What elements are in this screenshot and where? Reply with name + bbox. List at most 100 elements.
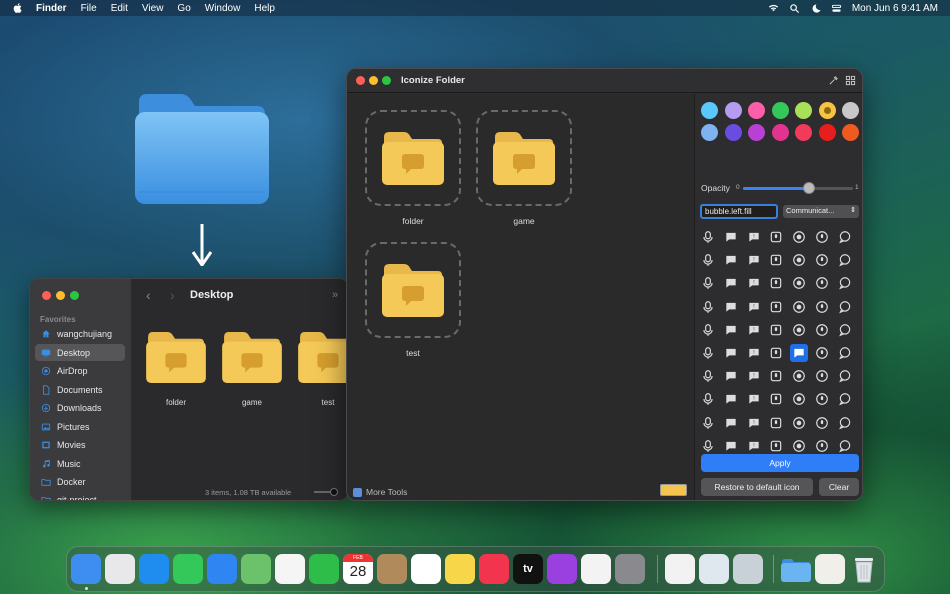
symbol-option-icon[interactable] [722,437,740,455]
symbol-option-icon[interactable] [836,390,854,408]
symbol-option-icon[interactable] [699,390,717,408]
grid-view-icon[interactable] [845,75,856,86]
menu-help[interactable]: Help [254,3,275,14]
sidebar-item-home[interactable]: wangchujiang [35,325,125,342]
symbol-option-icon[interactable] [790,367,808,385]
sidebar-item-docker[interactable]: Docker [35,473,125,490]
symbol-option-icon[interactable] [813,344,831,362]
symbol-option-icon[interactable] [767,437,785,455]
reminders-icon[interactable] [411,554,441,584]
restore-default-icon-button[interactable]: Restore to default icon [701,478,813,496]
symbol-option-icon[interactable] [836,274,854,292]
facetime-icon[interactable] [309,554,339,584]
symbol-name-input[interactable] [700,204,778,219]
sidebar-item-downloads[interactable]: Downloads [35,399,125,416]
preview-icon[interactable] [699,554,729,584]
more-tools-button[interactable]: More Tools [353,487,407,497]
symbol-option-icon[interactable] [767,321,785,339]
symbol-option-icon[interactable] [767,414,785,432]
symbol-option-icon[interactable] [836,367,854,385]
symbol-option-icon[interactable] [813,367,831,385]
apply-button[interactable]: Apply [701,454,859,472]
color-swatch[interactable] [818,102,836,119]
symbol-option-icon[interactable] [813,390,831,408]
sidebar-item-documents[interactable]: Documents [35,381,125,398]
symbol-option-icon[interactable] [790,437,808,455]
file-item-game[interactable]: game [219,331,285,407]
photos-icon[interactable] [275,554,305,584]
slider-knob[interactable] [330,488,338,496]
menu-file[interactable]: File [81,3,97,14]
category-select[interactable]: Communicat... ⇕ [783,205,859,218]
color-swatch[interactable] [818,124,836,141]
sidebar-item-movies[interactable]: Movies [35,436,125,453]
symbol-option-icon[interactable] [722,251,740,269]
zoom-button[interactable] [382,76,391,85]
folder-cell-game[interactable]: game [476,110,572,226]
symbol-option-icon[interactable] [767,274,785,292]
iconize-icon[interactable] [733,554,763,584]
music-icon[interactable] [479,554,509,584]
sidebar-item-pictures[interactable]: Pictures [35,418,125,435]
symbol-option-icon[interactable] [790,414,808,432]
symbol-option-icon[interactable] [722,298,740,316]
menu-window[interactable]: Window [205,3,241,14]
color-swatch[interactable] [795,124,812,141]
contacts-icon[interactable] [377,554,407,584]
symbol-option-icon[interactable] [767,367,785,385]
symbol-option-icon[interactable] [813,298,831,316]
symbol-option-icon[interactable]: ! [745,251,763,269]
color-swatch[interactable] [771,102,789,119]
trash-icon[interactable] [849,554,879,584]
wifi-icon[interactable] [768,3,779,14]
symbol-option-icon[interactable]: ! [745,274,763,292]
mail-icon[interactable] [207,554,237,584]
symbol-option-icon[interactable] [699,251,717,269]
symbol-option-icon[interactable] [790,274,808,292]
symbol-option-icon[interactable]: ! [745,298,763,316]
icon-size-slider[interactable] [314,488,338,496]
document-stack-icon[interactable] [815,554,845,584]
menu-clock[interactable]: Mon Jun 6 9:41 AM [852,3,938,14]
opacity-slider-knob[interactable] [803,182,815,194]
menu-edit[interactable]: Edit [111,3,128,14]
spotlight-search-icon[interactable] [789,3,800,14]
news-icon[interactable] [581,554,611,584]
opacity-slider[interactable] [743,182,853,194]
folder-cell-test[interactable]: test [365,242,461,358]
messages-icon[interactable] [173,554,203,584]
symbol-option-icon[interactable] [722,274,740,292]
close-button[interactable] [356,76,365,85]
color-swatch[interactable] [771,124,789,141]
symbol-option-icon[interactable] [836,437,854,455]
color-swatch[interactable] [748,102,765,119]
sidebar-item-music[interactable]: Music [35,455,125,472]
symbol-option-icon[interactable] [836,298,854,316]
symbol-option-icon[interactable] [836,228,854,246]
symbol-option-icon[interactable] [813,414,831,432]
symbol-option-icon[interactable]: ! [745,390,763,408]
symbol-option-icon[interactable] [767,251,785,269]
sidebar-item-airdrop[interactable]: AirDrop [35,362,125,379]
tv-icon[interactable]: tv [513,554,543,584]
file-item-folder[interactable]: folder [143,331,209,407]
color-swatch[interactable] [724,102,742,119]
finder-icon[interactable] [71,554,101,584]
calendar-icon[interactable]: FEB 28 [343,554,373,584]
folder-drop-box[interactable] [365,242,461,338]
symbol-option-icon[interactable]: ! [745,367,763,385]
launchpad-icon[interactable] [105,554,135,584]
minimize-button[interactable] [369,76,378,85]
notes-icon[interactable] [445,554,475,584]
safari-icon[interactable] [139,554,169,584]
sidebar-item-desktop[interactable]: Desktop [35,344,125,361]
symbol-option-icon[interactable] [699,367,717,385]
forward-chevron-icon[interactable]: › [170,287,175,303]
folder-drop-area[interactable]: folder game test [347,94,694,500]
color-swatch[interactable] [795,102,812,119]
symbol-option-icon[interactable] [790,321,808,339]
symbol-option-icon[interactable] [767,298,785,316]
podcasts-icon[interactable] [547,554,577,584]
symbol-option-icon[interactable]: ! [745,437,763,455]
symbol-option-icon[interactable] [699,274,717,292]
